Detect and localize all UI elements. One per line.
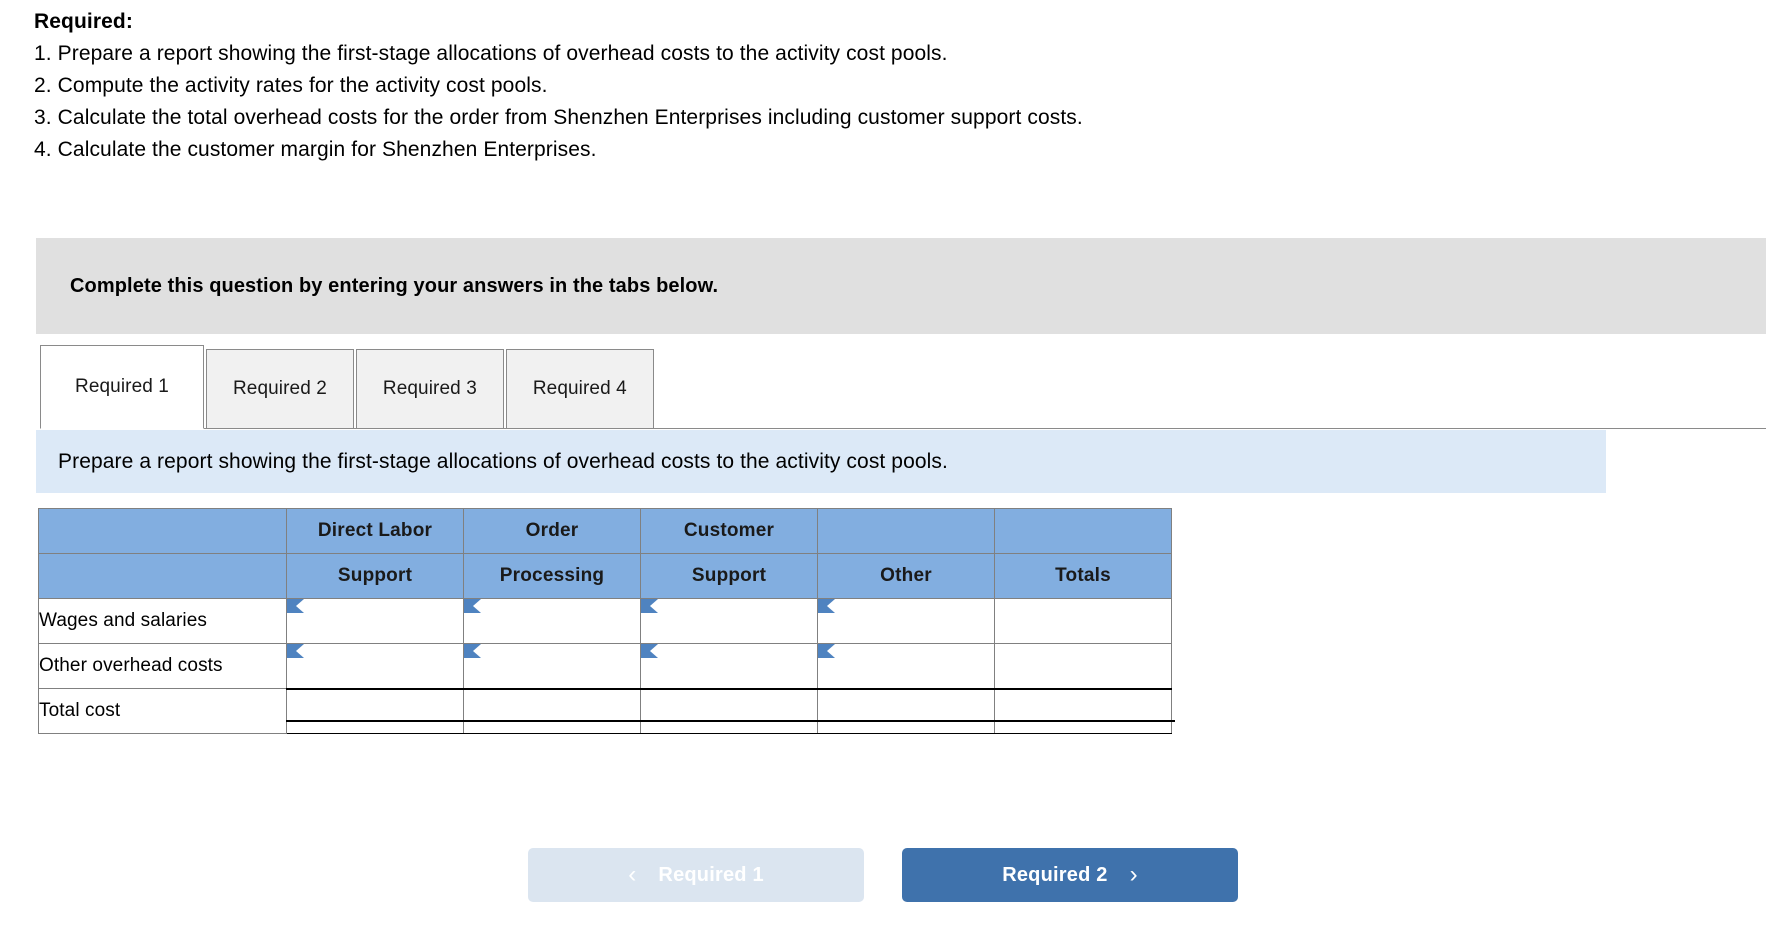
tab-navigation-buttons: ‹ Required 1 Required 2 › [0, 848, 1766, 902]
table-header-row-1: Direct Labor Order Customer [38, 508, 1172, 554]
tab-required-2[interactable]: Required 2 [205, 349, 354, 429]
table-header-row-2: Support Processing Support Other Totals [38, 553, 1172, 599]
next-required-button-label: Required 2 [1002, 863, 1108, 886]
cell-marker-triangle-icon [464, 644, 481, 658]
header-corner-blank-2 [38, 553, 287, 599]
header-customer: Customer [640, 508, 818, 554]
input-wages-direct-labor-support[interactable] [286, 598, 464, 644]
chevron-right-icon: › [1129, 861, 1138, 888]
input-other-overhead-other[interactable] [817, 643, 995, 689]
value-total-cost-order-processing [463, 687, 641, 734]
cell-marker-triangle-icon [818, 599, 835, 613]
cell-marker-triangle-icon [641, 599, 658, 613]
previous-required-button-label: Required 1 [658, 863, 764, 886]
table-bottom-double-rule [286, 720, 1175, 723]
row-label-wages-and-salaries: Wages and salaries [38, 598, 287, 644]
row-label-other-overhead-costs: Other overhead costs [38, 643, 287, 689]
requirement-item-1: 1. Prepare a report showing the first-st… [34, 41, 948, 65]
value-total-cost-totals [994, 687, 1172, 734]
answer-table-container: Direct Labor Order Customer Support Proc… [38, 508, 1175, 734]
table-row: Total cost [38, 687, 1172, 734]
requirement-item-3: 3. Calculate the total overhead costs fo… [34, 105, 1083, 129]
next-required-button[interactable]: Required 2 › [902, 848, 1238, 902]
tab-required-1[interactable]: Required 1 [40, 345, 204, 429]
table-row: Wages and salaries [38, 598, 1172, 644]
table-row: Other overhead costs [38, 643, 1172, 689]
input-wages-other[interactable] [817, 598, 995, 644]
instruction-bar: Prepare a report showing the first-stage… [36, 430, 1606, 493]
input-wages-order-processing[interactable] [463, 598, 641, 644]
value-total-cost-other [817, 687, 995, 734]
header-other-blank [817, 508, 995, 554]
cell-marker-triangle-icon [641, 644, 658, 658]
value-other-overhead-totals [994, 643, 1172, 689]
header-order: Order [463, 508, 641, 554]
cell-marker-triangle-icon [818, 644, 835, 658]
complete-question-banner: Complete this question by entering your … [36, 238, 1766, 334]
cell-marker-triangle-icon [287, 644, 304, 658]
header-totals: Totals [994, 553, 1172, 599]
header-totals-blank [994, 508, 1172, 554]
header-support-labor: Support [286, 553, 464, 599]
header-other: Other [817, 553, 995, 599]
complete-question-banner-text: Complete this question by entering your … [70, 274, 719, 297]
tab-required-3-label: Required 3 [382, 378, 477, 399]
first-stage-allocation-table: Direct Labor Order Customer Support Proc… [38, 508, 1172, 734]
tab-required-4[interactable]: Required 4 [505, 349, 654, 429]
requirements-title: Required: [34, 10, 133, 33]
tab-required-3[interactable]: Required 3 [355, 349, 504, 429]
input-wages-customer-support[interactable] [640, 598, 818, 644]
instruction-text: Prepare a report showing the first-stage… [58, 449, 948, 473]
requirements-block: Required: 1. Prepare a report showing th… [34, 6, 1734, 166]
value-wages-totals [994, 598, 1172, 644]
requirement-item-2: 2. Compute the activity rates for the ac… [34, 73, 548, 97]
input-other-overhead-direct-labor-support[interactable] [286, 643, 464, 689]
row-label-total-cost: Total cost [38, 688, 287, 734]
cell-marker-triangle-icon [464, 599, 481, 613]
previous-required-button[interactable]: ‹ Required 1 [528, 848, 864, 902]
requirement-item-4: 4. Calculate the customer margin for She… [34, 137, 597, 161]
header-support-customer: Support [640, 553, 818, 599]
tab-bar: Required 1 Required 2 Required 3 Require… [40, 345, 656, 429]
tab-required-4-label: Required 4 [532, 378, 627, 399]
input-other-overhead-order-processing[interactable] [463, 643, 641, 689]
tab-required-1-label: Required 1 [75, 376, 169, 397]
value-total-cost-direct-labor-support [286, 687, 464, 734]
chevron-left-icon: ‹ [628, 861, 637, 888]
header-corner-blank-1 [38, 508, 287, 554]
input-other-overhead-customer-support[interactable] [640, 643, 818, 689]
cell-marker-triangle-icon [287, 599, 304, 613]
value-total-cost-customer-support [640, 687, 818, 734]
header-direct-labor: Direct Labor [286, 508, 464, 554]
tab-required-2-label: Required 2 [232, 378, 327, 399]
header-processing: Processing [463, 553, 641, 599]
